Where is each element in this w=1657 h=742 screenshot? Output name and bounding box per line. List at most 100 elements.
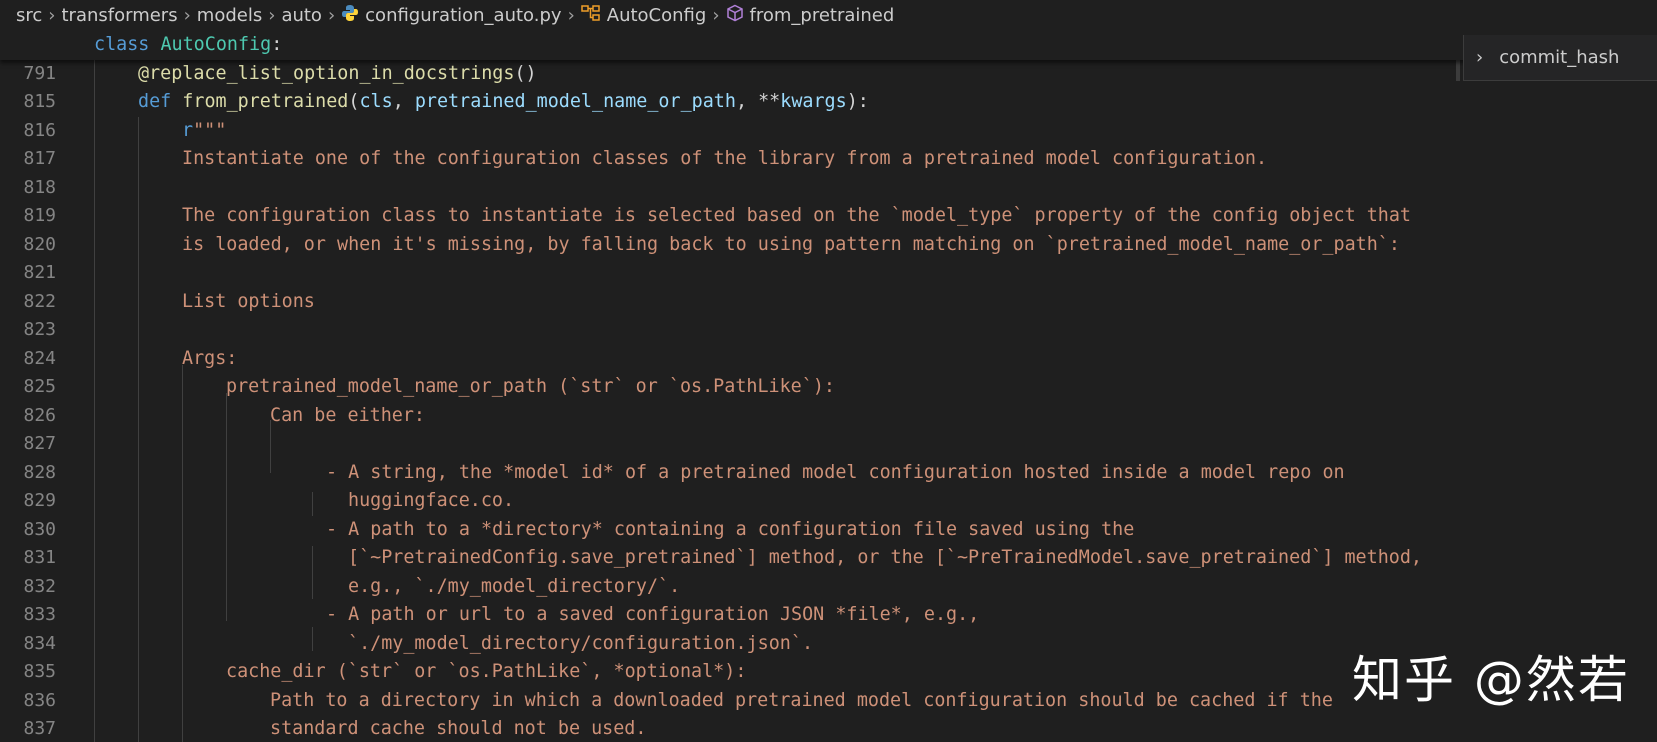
code-text: huggingface.co. bbox=[94, 487, 514, 516]
code-line[interactable]: 823 List options bbox=[0, 288, 1657, 341]
code-editor[interactable]: 791 class AutoConfig: 815 @replace_list_… bbox=[0, 31, 1657, 742]
chevron-right-icon[interactable]: › bbox=[1476, 47, 1483, 68]
docstring-text: pretrained_model_name_or_path (`str` or … bbox=[226, 376, 835, 397]
string-text: """ bbox=[193, 119, 227, 141]
code-line[interactable]: 828 bbox=[0, 430, 1657, 483]
breadcrumb-item-transformers[interactable]: transformers bbox=[61, 5, 177, 26]
code-text: Args: bbox=[94, 345, 237, 374]
docstring-text: huggingface.co. bbox=[348, 490, 515, 511]
code-text: is loaded, or when it's missing, by fall… bbox=[94, 231, 1400, 260]
code-line[interactable]: 825 Args: bbox=[0, 345, 1657, 398]
breadcrumb-item-src[interactable]: src bbox=[16, 5, 42, 26]
breadcrumb-item-auto[interactable]: auto bbox=[281, 5, 322, 26]
breadcrumb-item-file[interactable]: configuration_auto.py bbox=[365, 5, 561, 26]
code-text: Can be either: bbox=[94, 402, 425, 431]
keyword: def bbox=[138, 91, 172, 112]
sticky-scroll-line[interactable]: 791 class AutoConfig: bbox=[0, 31, 1657, 84]
function-name: from_pretrained bbox=[182, 91, 349, 112]
code-text: def from_pretrained(cls, pretrained_mode… bbox=[94, 88, 869, 117]
code-line[interactable]: 817 r""" bbox=[0, 117, 1657, 170]
docstring-text: standard cache should not be used. bbox=[270, 718, 647, 739]
parameter: kwargs bbox=[780, 91, 847, 112]
code-text: - A path or url to a saved configuration… bbox=[94, 601, 979, 630]
docstring-text: List options bbox=[182, 290, 315, 312]
code-line[interactable]: 829 - A string, the *model id* of a pret… bbox=[0, 459, 1657, 512]
docstring-text: Can be either: bbox=[270, 404, 426, 426]
code-text: - A string, the *model id* of a pretrain… bbox=[94, 459, 1345, 488]
code-text: e.g., `./my_model_directory/`. bbox=[94, 573, 680, 602]
find-widget-text[interactable]: commit_hash bbox=[1499, 47, 1619, 68]
code-line[interactable]: 838 standard cache should not be used. bbox=[0, 715, 1657, 742]
code-text: class AutoConfig: bbox=[94, 31, 282, 60]
docstring-text: The configuration class to instantiate i… bbox=[182, 205, 1412, 226]
punctuation: ** bbox=[758, 91, 781, 112]
method-cube-icon bbox=[726, 4, 744, 27]
code-text: - A path to a *directory* containing a c… bbox=[94, 516, 1134, 545]
python-file-icon bbox=[341, 4, 359, 27]
chevron-right-icon: › bbox=[48, 5, 56, 26]
keyword: class bbox=[94, 34, 150, 55]
docstring-text: [`~PretrainedConfig.save_pretrained`] me… bbox=[348, 547, 1422, 568]
chevron-right-icon: › bbox=[567, 5, 575, 26]
breadcrumb: src › transformers › models › auto › con… bbox=[0, 0, 1657, 31]
parameter: cls bbox=[359, 91, 393, 112]
breadcrumb-item-models[interactable]: models bbox=[197, 5, 262, 26]
code-line[interactable]: 824 bbox=[0, 316, 1657, 369]
code-text: List options bbox=[94, 288, 315, 317]
breadcrumb-item-method[interactable]: from_pretrained bbox=[750, 5, 895, 26]
punctuation: () bbox=[514, 62, 537, 84]
code-line[interactable]: 816 def from_pretrained(cls, pretrained_… bbox=[0, 88, 1657, 141]
code-text: The configuration class to instantiate i… bbox=[94, 202, 1411, 231]
class-symbol-icon bbox=[581, 4, 601, 27]
code-text: @replace_list_option_in_docstrings() bbox=[94, 60, 537, 89]
code-text: cache_dir (`str` or `os.PathLike`, *opti… bbox=[94, 658, 746, 687]
breadcrumb-item-class[interactable]: AutoConfig bbox=[607, 5, 707, 26]
punctuation: ( bbox=[348, 91, 360, 112]
docstring-text: cache_dir (`str` or `os.PathLike`, *opti… bbox=[226, 661, 747, 682]
string-prefix: r bbox=[182, 119, 194, 141]
docstring-text: - A path to a *directory* containing a c… bbox=[326, 518, 1135, 540]
code-text: r""" bbox=[94, 117, 226, 146]
parameter: pretrained_model_name_or_path bbox=[414, 91, 736, 112]
code-text: standard cache should not be used. bbox=[94, 715, 646, 742]
code-line[interactable]: 833 e.g., `./my_model_directory/`. bbox=[0, 573, 1657, 626]
docstring-text: `./my_model_directory/configuration.json… bbox=[348, 632, 814, 654]
code-line[interactable]: 830 huggingface.co. bbox=[0, 487, 1657, 540]
docstring-text: Instantiate one of the configuration cla… bbox=[182, 148, 1268, 169]
chevron-right-icon: › bbox=[712, 5, 720, 26]
punctuation: , bbox=[392, 91, 415, 112]
chevron-right-icon: › bbox=[268, 5, 276, 26]
docstring-text: Path to a directory in which a downloade… bbox=[270, 689, 1333, 711]
code-text: Instantiate one of the configuration cla… bbox=[94, 145, 1267, 174]
code-line[interactable]: 818 Instantiate one of the configuration… bbox=[0, 145, 1657, 198]
punctuation: : bbox=[271, 34, 283, 55]
docstring-text: - A path or url to a saved configuration… bbox=[326, 604, 980, 625]
code-text: Path to a directory in which a downloade… bbox=[94, 687, 1333, 716]
punctuation: , bbox=[735, 91, 759, 112]
code-line[interactable]: 834 - A path or url to a saved configura… bbox=[0, 601, 1657, 654]
code-line[interactable]: 822 bbox=[0, 259, 1657, 312]
chevron-right-icon: › bbox=[327, 5, 336, 26]
docstring-text: e.g., `./my_model_directory/`. bbox=[348, 575, 681, 597]
code-line[interactable]: 821 is loaded, or when it's missing, by … bbox=[0, 231, 1657, 284]
line-number: 791 bbox=[23, 62, 56, 84]
code-line[interactable]: 827 Can be either: bbox=[0, 402, 1657, 455]
code-line[interactable]: 832 [`~PretrainedConfig.save_pretrained`… bbox=[0, 544, 1657, 597]
code-text: pretrained_model_name_or_path (`str` or … bbox=[94, 373, 835, 402]
code-line[interactable]: 820 The configuration class to instantia… bbox=[0, 202, 1657, 255]
code-line[interactable]: 815 @replace_list_option_in_docstrings() bbox=[0, 60, 1657, 113]
code-text: [`~PretrainedConfig.save_pretrained`] me… bbox=[94, 544, 1422, 573]
code-line[interactable]: 826 pretrained_model_name_or_path (`str`… bbox=[0, 373, 1657, 426]
docstring-text: is loaded, or when it's missing, by fall… bbox=[182, 233, 1400, 255]
decorator: @replace_list_option_in_docstrings bbox=[138, 62, 515, 84]
code-line[interactable]: 831 - A path to a *directory* containing… bbox=[0, 516, 1657, 569]
chevron-right-icon: › bbox=[183, 5, 191, 26]
docstring-text: Args: bbox=[182, 347, 238, 369]
class-name: AutoConfig bbox=[160, 34, 272, 55]
code-text: `./my_model_directory/configuration.json… bbox=[94, 630, 813, 659]
find-widget[interactable]: › commit_hash bbox=[1463, 35, 1657, 81]
code-line[interactable]: 819 bbox=[0, 174, 1657, 226]
docstring-text: - A string, the *model id* of a pretrain… bbox=[326, 461, 1345, 483]
punctuation: ): bbox=[846, 91, 869, 112]
watermark: 知乎 @然若 bbox=[1352, 651, 1630, 709]
